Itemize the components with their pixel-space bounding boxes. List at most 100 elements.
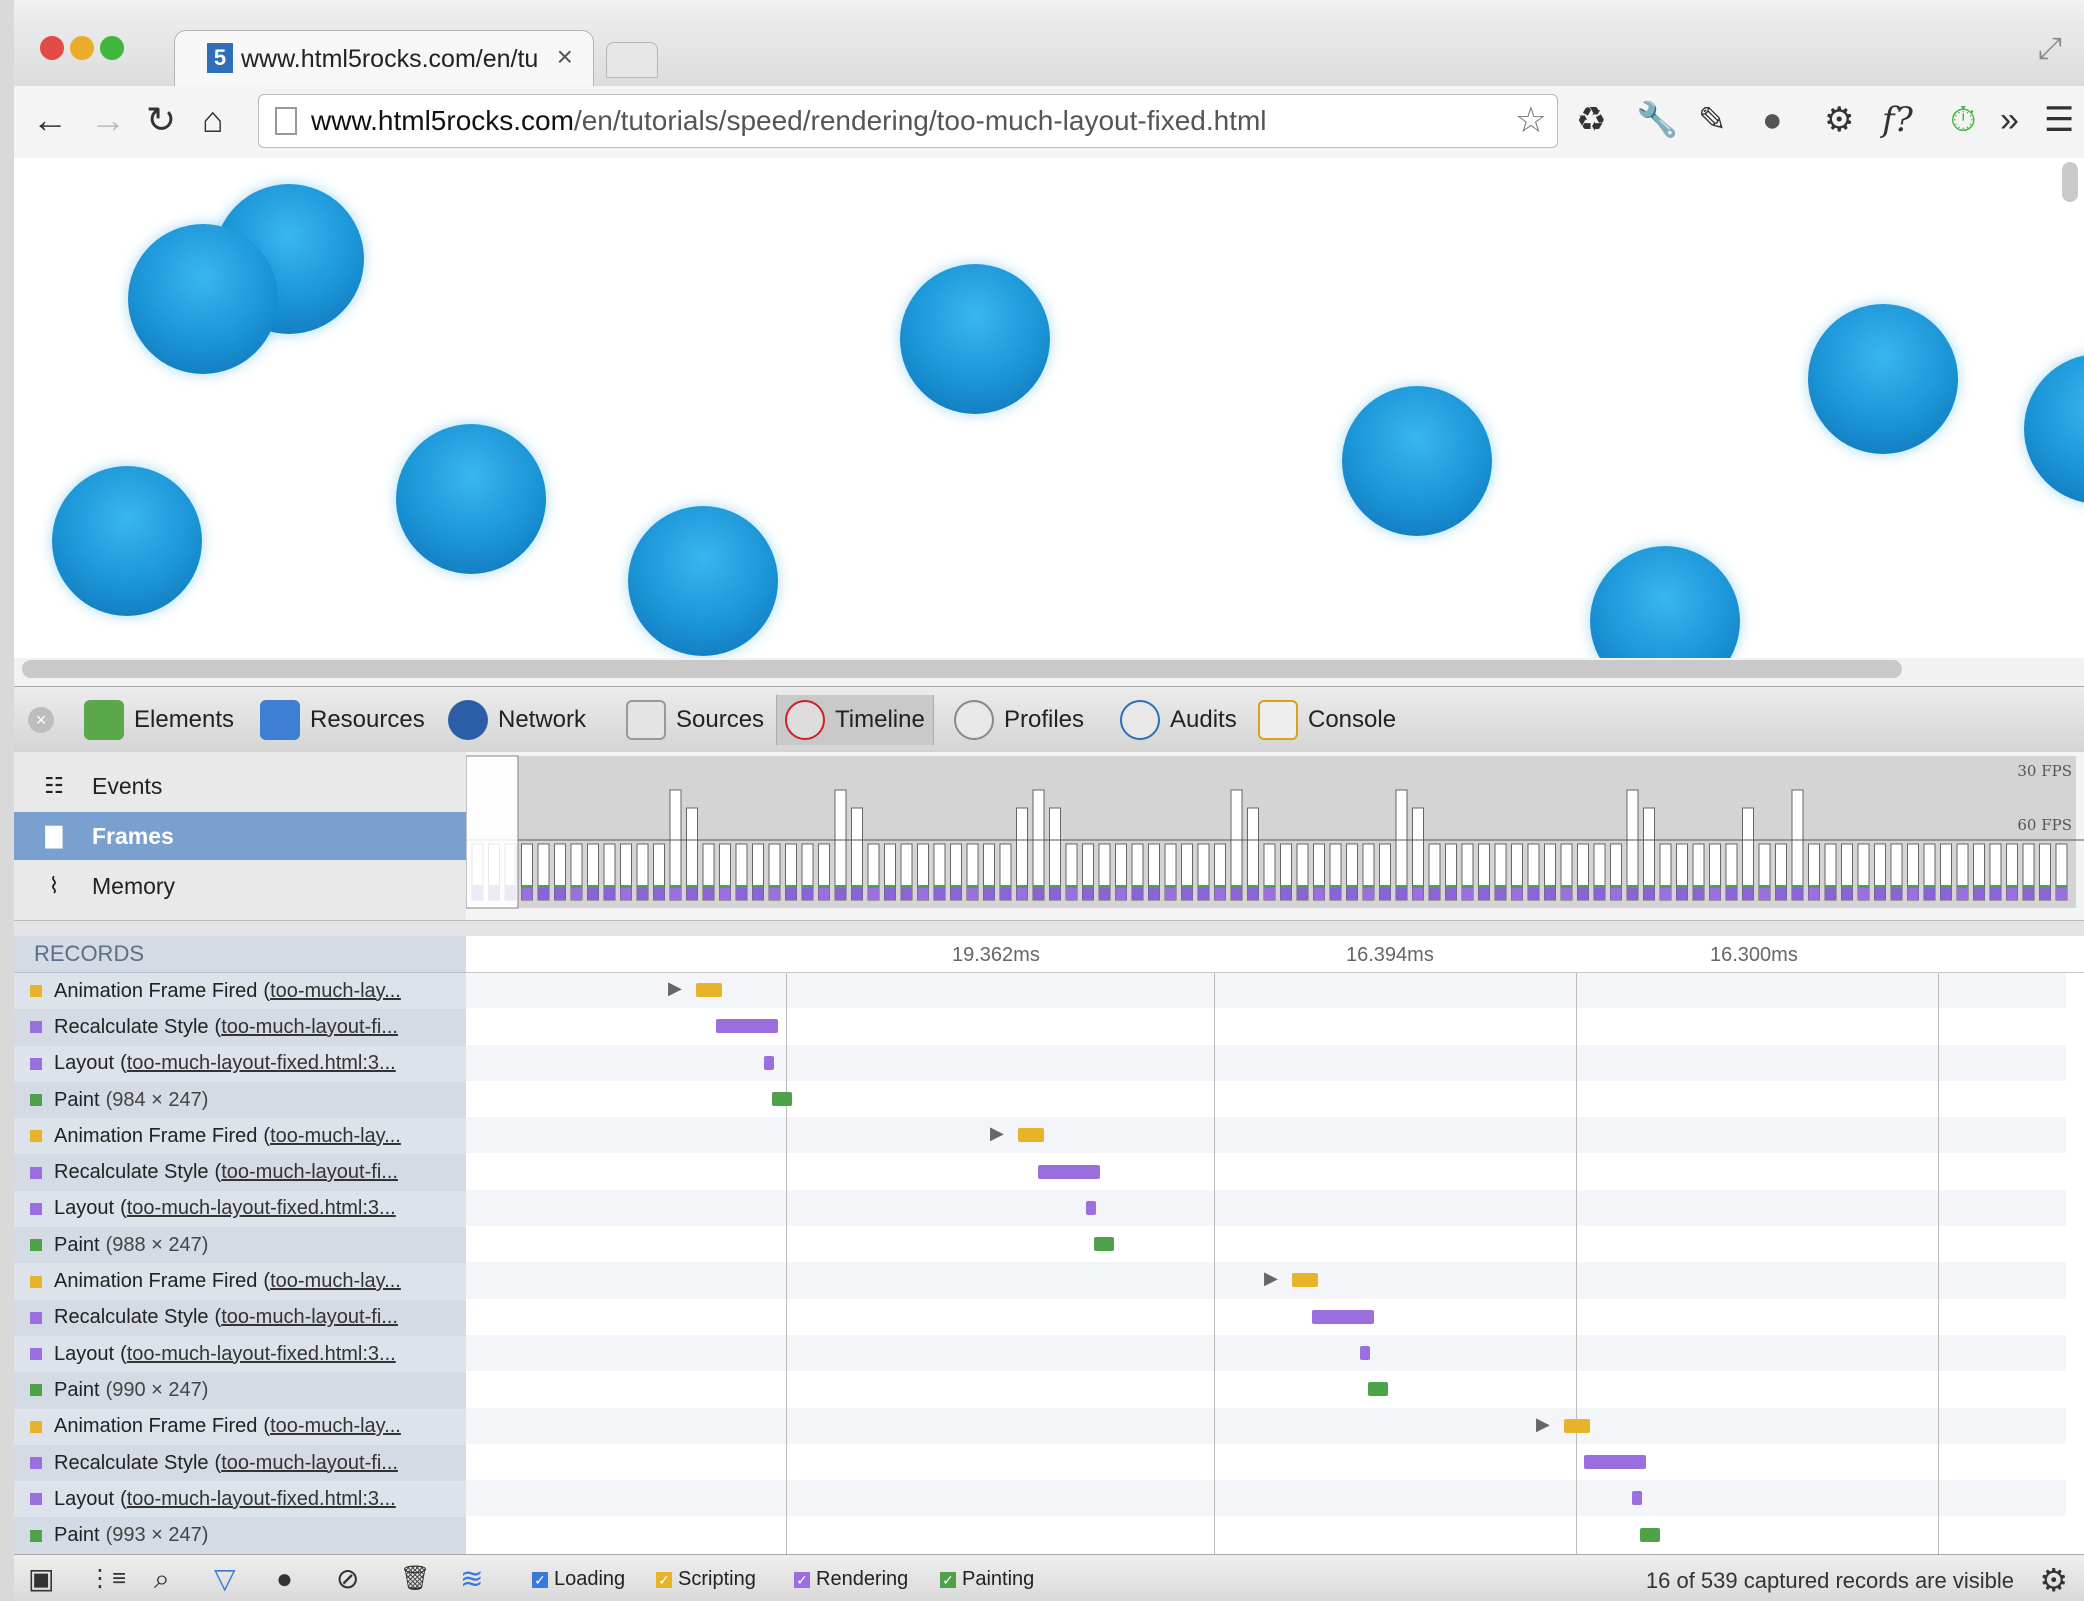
tab-profiles[interactable]: Profiles — [946, 695, 1092, 745]
record-source-link[interactable]: too-much-layout-fixed.html:3... — [127, 1343, 396, 1366]
reload-button[interactable]: ↻ — [146, 98, 176, 142]
record-row[interactable]: Animation Frame Fired(too-much-lay... — [14, 973, 466, 1010]
zoom-window-button[interactable] — [100, 36, 124, 60]
record-bar[interactable] — [1360, 1346, 1370, 1360]
clear-icon[interactable]: ⊘ — [336, 1563, 359, 1595]
tab-close-button[interactable]: × — [557, 41, 573, 73]
record-row[interactable]: Layout(too-much-layout-fixed.html:3... — [14, 1045, 466, 1082]
home-button[interactable]: ⌂ — [202, 98, 224, 142]
settings-gear-icon[interactable]: ⚙ — [2039, 1561, 2068, 1599]
page-horizontal-scrollbar[interactable] — [22, 660, 1902, 678]
glue-records-icon[interactable]: ≋ — [460, 1563, 483, 1595]
address-bar[interactable]: www.html5rocks.com/en/tutorials/speed/re… — [258, 94, 1558, 148]
record-source-link[interactable]: too-much-layout-fi... — [221, 1016, 398, 1039]
eyedropper-extension-icon[interactable]: ✎ — [1698, 100, 1727, 140]
record-bar[interactable] — [764, 1055, 774, 1070]
record-bar[interactable] — [1312, 1309, 1374, 1324]
filter-loading-checkbox[interactable]: ✓ Loading — [532, 1568, 625, 1591]
record-bar[interactable] — [1584, 1454, 1646, 1469]
record-bar[interactable] — [696, 983, 722, 997]
record-bar[interactable] — [1368, 1382, 1388, 1397]
nav-memory[interactable]: ⌇ Memory — [14, 862, 466, 910]
record-source-link[interactable]: too-much-layout-fi... — [221, 1161, 398, 1184]
record-source-link[interactable]: too-much-lay... — [270, 1415, 401, 1438]
record-bar[interactable] — [1292, 1273, 1318, 1288]
record-source-link[interactable]: too-much-layout-fixed.html:3... — [127, 1052, 396, 1075]
record-row[interactable]: Animation Frame Fired(too-much-lay... — [14, 1263, 466, 1300]
tab-resources[interactable]: Resources — [252, 695, 433, 745]
expand-triangle-icon[interactable]: ▶ — [668, 978, 682, 999]
tab-network[interactable]: Network — [440, 695, 594, 745]
record-source-link[interactable]: too-much-layout-fixed.html:3... — [127, 1197, 396, 1220]
overview-selection-window[interactable] — [466, 755, 519, 909]
tab-elements[interactable]: Elements — [76, 695, 242, 745]
record-row[interactable]: Recalculate Style(too-much-layout-fi... — [14, 1009, 466, 1045]
record-source-link[interactable]: too-much-lay... — [270, 1270, 401, 1293]
frames-overview[interactable]: 30 FPS 60 FPS — [466, 752, 2084, 920]
record-source-link[interactable]: too-much-layout-fi... — [221, 1306, 398, 1329]
dock-icon[interactable]: ▣ — [28, 1563, 54, 1595]
record-extension-icon[interactable]: ● — [1762, 100, 1783, 140]
filter-rendering-checkbox[interactable]: ✓ Rendering — [794, 1568, 908, 1591]
record-row[interactable]: Recalculate Style(too-much-layout-fi... — [14, 1154, 466, 1190]
record-bar[interactable] — [1564, 1418, 1590, 1433]
back-button[interactable]: ← — [32, 98, 68, 142]
close-window-button[interactable] — [40, 36, 64, 60]
record-row[interactable]: Layout(too-much-layout-fixed.html:3... — [14, 1481, 466, 1518]
filter-icon[interactable]: ▽ — [214, 1563, 236, 1595]
tab-sources[interactable]: Sources — [618, 695, 772, 745]
minimize-window-button[interactable] — [70, 36, 94, 60]
record-source-link[interactable]: too-much-lay... — [270, 1125, 401, 1148]
record-bar[interactable] — [1038, 1164, 1100, 1179]
record-row[interactable]: Layout(too-much-layout-fixed.html:3... — [14, 1190, 466, 1228]
devtools-close-button[interactable]: × — [28, 707, 54, 733]
record-row[interactable]: Paint (988 × 247) — [14, 1227, 466, 1263]
page-vertical-scrollbar[interactable] — [2062, 162, 2078, 202]
record-row[interactable]: Paint (990 × 247) — [14, 1372, 466, 1408]
fullscreen-icon[interactable]: ⤢ — [2038, 32, 2062, 66]
gear-extension-icon[interactable]: ⚙ — [1824, 100, 1854, 140]
record-source-link[interactable]: too-much-layout-fixed.html:3... — [127, 1488, 396, 1511]
expand-triangle-icon[interactable]: ▶ — [1536, 1414, 1550, 1435]
font-extension-icon[interactable]: f? — [1882, 100, 1913, 140]
record-row[interactable]: Layout(too-much-layout-fixed.html:3... — [14, 1335, 466, 1373]
forward-button[interactable]: → — [90, 98, 126, 142]
chrome-menu-icon[interactable]: ☰ — [2044, 100, 2074, 140]
record-bar[interactable] — [1632, 1491, 1642, 1506]
record-source-link[interactable]: too-much-lay... — [270, 980, 401, 1003]
recycle-extension-icon[interactable]: ♻ — [1576, 100, 1606, 140]
new-tab-button[interactable] — [606, 42, 658, 78]
filter-painting-checkbox[interactable]: ✓ Painting — [940, 1568, 1034, 1591]
record-row[interactable]: Paint (993 × 247) — [14, 1517, 466, 1553]
trash-icon[interactable]: 🗑 — [400, 1563, 430, 1595]
frame-bar-painting-segment — [1577, 885, 1589, 888]
record-bar[interactable] — [1018, 1128, 1044, 1143]
record-row[interactable]: Animation Frame Fired(too-much-lay... — [14, 1118, 466, 1155]
tab-timeline[interactable]: Timeline — [776, 695, 934, 745]
record-bar[interactable] — [716, 1019, 778, 1034]
tab-console[interactable]: Console — [1250, 695, 1404, 745]
expand-triangle-icon[interactable]: ▶ — [990, 1123, 1004, 1144]
bookmark-star-icon[interactable]: ☆ — [1515, 99, 1547, 141]
filter-scripting-checkbox[interactable]: ✓ Scripting — [656, 1568, 756, 1591]
expand-triangle-icon[interactable]: ▶ — [1264, 1268, 1278, 1289]
record-row[interactable]: Recalculate Style(too-much-layout-fi... — [14, 1300, 466, 1336]
search-icon[interactable]: ⌕ — [154, 1563, 170, 1595]
browser-tab[interactable]: 5 www.html5rocks.com/en/tu × — [174, 30, 594, 86]
nav-frames[interactable]: ▇ Frames — [14, 812, 466, 860]
timer-extension-icon[interactable]: ⏱ — [1950, 100, 1977, 140]
wrench-extension-icon[interactable]: 🔧 — [1636, 100, 1678, 140]
record-bar[interactable] — [1094, 1237, 1114, 1252]
nav-events[interactable]: ☷ Events — [14, 762, 466, 810]
more-extensions-icon[interactable]: » — [2000, 100, 2019, 140]
tree-view-icon[interactable]: ⋮≡ — [88, 1563, 126, 1595]
tab-audits[interactable]: Audits — [1112, 695, 1245, 745]
record-row[interactable]: Recalculate Style(too-much-layout-fi... — [14, 1445, 466, 1481]
record-row[interactable]: Paint (984 × 247) — [14, 1082, 466, 1118]
record-row[interactable]: Animation Frame Fired(too-much-lay... — [14, 1408, 466, 1445]
record-source-link[interactable]: too-much-layout-fi... — [221, 1452, 398, 1475]
record-button[interactable]: ● — [276, 1563, 293, 1595]
record-bar[interactable] — [1086, 1200, 1096, 1215]
record-bar[interactable] — [772, 1091, 792, 1106]
record-bar[interactable] — [1640, 1527, 1660, 1542]
